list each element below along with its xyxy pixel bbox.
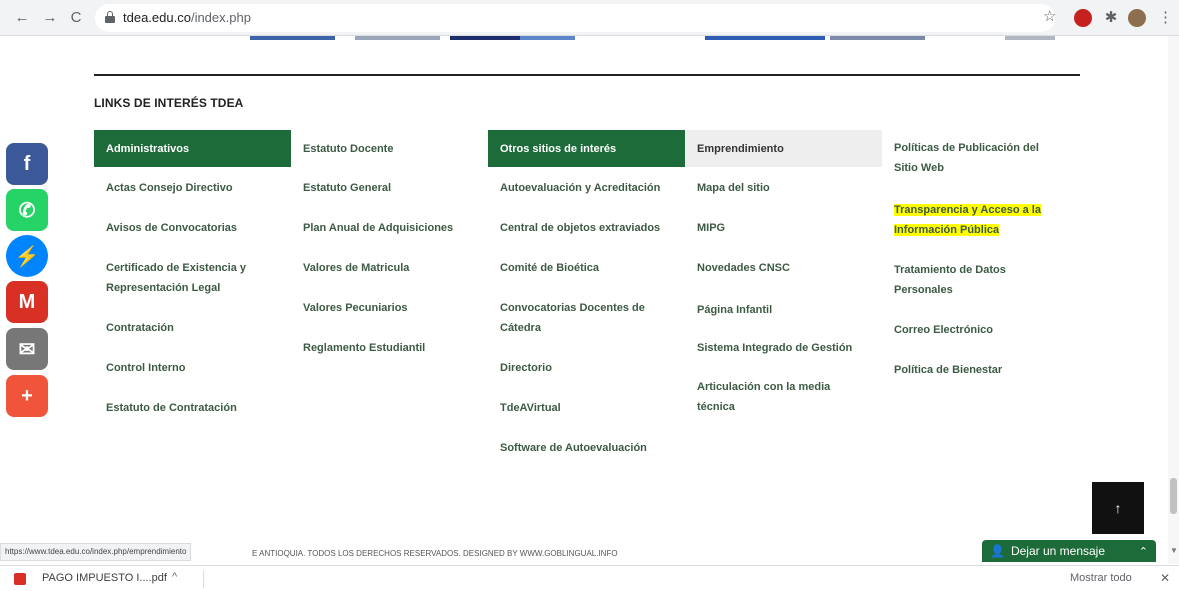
section-title: LINKS DE INTERÉS TDEA xyxy=(94,96,244,110)
link-item-transparencia[interactable]: Transparencia y Acceso a la Información … xyxy=(882,200,1057,240)
scroll-down-arrow[interactable]: ▼ xyxy=(1170,546,1178,555)
link-item[interactable]: Estatuto de Contratación xyxy=(94,398,249,418)
download-item-name[interactable]: PAGO IMPUESTO I....pdf xyxy=(42,572,167,584)
email-icon: ✉ xyxy=(18,338,36,361)
banner-fragment xyxy=(355,36,440,40)
url-text[interactable]: tdea.edu.co/index.php xyxy=(123,10,251,25)
profile-avatar[interactable] xyxy=(1128,9,1146,27)
scrollbar-thumb[interactable] xyxy=(1170,478,1177,514)
pdf-icon xyxy=(14,573,26,585)
links-column-administrativos: Administrativos Actas Consejo Directivo … xyxy=(94,130,291,414)
link-item[interactable]: Reglamento Estudiantil xyxy=(291,338,437,358)
browser-toolbar: ← → C tdea.edu.co/index.php ☆ ✱ ⋮ xyxy=(0,0,1179,36)
status-bar-url: https://www.tdea.edu.co/index.php/empren… xyxy=(0,543,192,561)
link-item[interactable]: Correo Electrónico xyxy=(882,320,1005,340)
column-heading[interactable]: Políticas de Publicación del Sitio Web xyxy=(882,130,1057,178)
link-item[interactable]: Política de Bienestar xyxy=(882,360,1014,380)
chat-widget-button[interactable]: 👤 Dejar un mensaje ⌃ xyxy=(982,540,1156,562)
banner-fragment xyxy=(520,36,575,40)
close-icon[interactable]: ✕ xyxy=(1160,571,1170,585)
address-bar[interactable]: tdea.edu.co/index.php xyxy=(95,4,1055,32)
plus-icon: + xyxy=(21,384,33,407)
banner-fragment xyxy=(250,36,335,40)
links-column-emprendimiento: Emprendimiento Mapa del sitio MIPG Noved… xyxy=(685,130,882,413)
link-item[interactable]: Certificado de Existencia y Representaci… xyxy=(94,258,274,298)
column-heading[interactable]: Otros sitios de interés xyxy=(488,130,685,167)
link-item[interactable]: Control Interno xyxy=(94,358,197,378)
chevron-up-icon: ⌃ xyxy=(1138,545,1148,558)
facebook-share-button[interactable]: f xyxy=(6,143,48,185)
link-item[interactable]: Avisos de Convocatorias xyxy=(94,218,249,238)
link-item[interactable]: Plan Anual de Adquisiciones xyxy=(291,218,465,238)
link-item[interactable]: Software de Autoevaluación xyxy=(488,438,659,458)
banner-fragment xyxy=(1005,36,1055,40)
messenger-icon: ⚡ xyxy=(14,245,40,268)
link-item[interactable]: Comité de Bioética xyxy=(488,258,611,278)
banner-fragment xyxy=(450,36,520,40)
messenger-share-button[interactable]: ⚡ xyxy=(6,235,48,277)
forward-icon[interactable]: → xyxy=(40,8,60,28)
link-item[interactable]: Valores de Matricula xyxy=(291,258,421,278)
browser-menu-icon[interactable]: ⋮ xyxy=(1158,8,1173,26)
bookmark-star-icon[interactable]: ☆ xyxy=(1043,7,1056,25)
section-divider xyxy=(94,74,1080,76)
link-item[interactable]: Convocatorias Docentes de Cátedra xyxy=(488,298,663,338)
person-icon: 👤 xyxy=(990,544,1005,558)
extension-icon[interactable] xyxy=(1074,9,1092,27)
link-item[interactable]: Contratación xyxy=(94,318,186,338)
links-column-politicas: Políticas de Publicación del Sitio Web T… xyxy=(882,130,1079,376)
email-share-button[interactable]: ✉ xyxy=(6,328,48,370)
column-heading[interactable]: Emprendimiento xyxy=(685,130,882,167)
link-item[interactable]: Valores Pecuniarios xyxy=(291,298,420,318)
link-item[interactable]: Autoevaluación y Acreditación xyxy=(488,178,672,198)
footer-copyright: E ANTIOQUIA. TODOS LOS DERECHOS RESERVAD… xyxy=(252,549,618,558)
link-item[interactable]: Tratamiento de Datos Personales xyxy=(882,260,1042,300)
link-item[interactable]: TdeAVirtual xyxy=(488,398,573,418)
lock-icon[interactable] xyxy=(105,11,115,23)
link-item[interactable]: MIPG xyxy=(685,218,737,238)
more-share-button[interactable]: + xyxy=(6,375,48,417)
link-item[interactable]: Directorio xyxy=(488,358,564,378)
facebook-icon: f xyxy=(23,152,31,175)
show-all-downloads-link[interactable]: Mostrar todo xyxy=(1070,572,1132,584)
column-heading[interactable]: Administrativos xyxy=(94,130,291,167)
link-item[interactable]: Sistema Integrado de Gestión xyxy=(685,338,864,358)
banner-fragment xyxy=(830,36,925,40)
gmail-icon: M xyxy=(18,290,36,313)
link-item[interactable]: Central de objetos extraviados xyxy=(488,218,672,238)
whatsapp-icon: ✆ xyxy=(18,199,36,222)
reload-icon[interactable]: C xyxy=(66,8,86,28)
link-item[interactable]: Novedades CNSC xyxy=(685,258,802,278)
highlighted-link-text[interactable]: Transparencia y Acceso a la Información … xyxy=(894,204,1041,236)
links-column-estatuto: Estatuto Docente Estatuto General Plan A… xyxy=(291,130,488,355)
extensions-puzzle-icon[interactable]: ✱ xyxy=(1102,8,1120,26)
chat-label: Dejar un mensaje xyxy=(1010,544,1106,558)
column-heading[interactable]: Estatuto Docente xyxy=(291,130,488,167)
banner-fragment xyxy=(705,36,825,40)
page: ← → C tdea.edu.co/index.php ☆ ✱ ⋮ LINKS … xyxy=(0,0,1179,591)
links-column-otros-sitios: Otros sitios de interés Autoevaluación y… xyxy=(488,130,685,454)
gmail-share-button[interactable]: M xyxy=(6,281,48,323)
link-item[interactable]: Articulación con la media técnica xyxy=(685,377,845,417)
download-shelf: PAGO IMPUESTO I....pdf ^ Mostrar todo ✕ xyxy=(0,565,1179,591)
whatsapp-share-button[interactable]: ✆ xyxy=(6,189,48,231)
download-options-icon[interactable]: ^ xyxy=(172,571,177,583)
arrow-up-icon: ↑ xyxy=(1114,500,1122,516)
divider xyxy=(203,570,204,588)
link-item[interactable]: Estatuto General xyxy=(291,178,403,198)
link-item[interactable]: Página Infantil xyxy=(685,300,784,320)
back-icon[interactable]: ← xyxy=(12,8,32,28)
link-item[interactable]: Mapa del sitio xyxy=(685,178,782,198)
back-to-top-button[interactable]: ↑ xyxy=(1092,482,1144,534)
link-item[interactable]: Actas Consejo Directivo xyxy=(94,178,245,198)
